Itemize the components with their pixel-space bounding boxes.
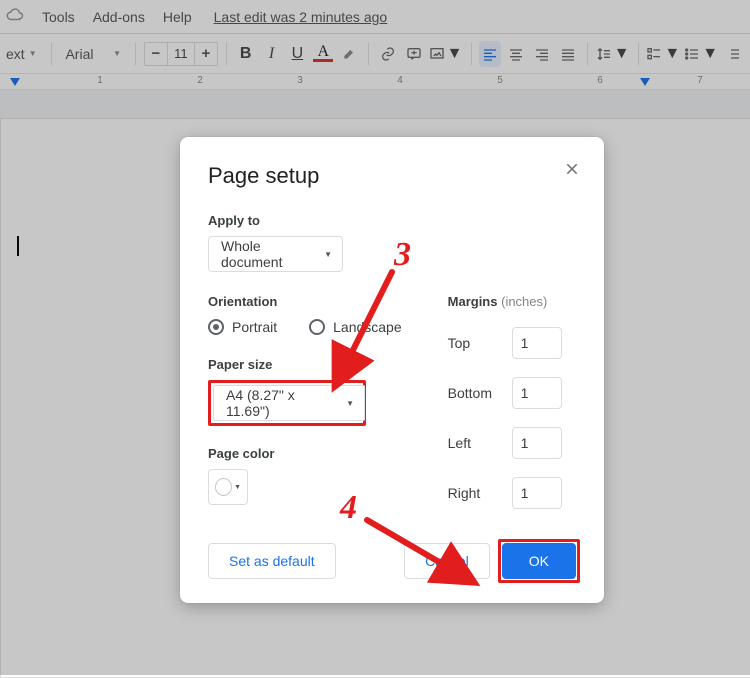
- apply-to-dropdown[interactable]: Whole document ▼: [208, 236, 343, 272]
- orientation-portrait-radio[interactable]: Portrait: [208, 319, 277, 335]
- dialog-title: Page setup: [208, 163, 576, 189]
- radio-selected-icon: [208, 319, 224, 335]
- margin-bottom-label: Bottom: [448, 385, 498, 401]
- color-swatch-icon: [215, 478, 232, 496]
- orientation-landscape-radio[interactable]: Landscape: [309, 319, 402, 335]
- chevron-down-icon: ▼: [234, 484, 241, 491]
- ok-button[interactable]: OK: [502, 543, 576, 579]
- margin-top-input[interactable]: [512, 327, 562, 359]
- chevron-down-icon: ▼: [346, 399, 354, 408]
- orientation-label: Orientation: [208, 294, 402, 309]
- margin-right-input[interactable]: [512, 477, 562, 509]
- set-as-default-button[interactable]: Set as default: [208, 543, 336, 579]
- margin-right-label: Right: [448, 485, 498, 501]
- radio-unselected-icon: [309, 319, 325, 335]
- orientation-portrait-label: Portrait: [232, 319, 277, 335]
- page-setup-dialog: Page setup Apply to Whole document ▼ Ori…: [180, 137, 604, 603]
- page-color-label: Page color: [208, 446, 402, 461]
- apply-to-value: Whole document: [221, 238, 318, 270]
- cancel-button[interactable]: Cancel: [404, 543, 490, 579]
- page-color-dropdown[interactable]: ▼: [208, 469, 248, 505]
- chevron-down-icon: ▼: [324, 250, 332, 259]
- margin-top-label: Top: [448, 335, 498, 351]
- paper-size-dropdown[interactable]: A4 (8.27" x 11.69") ▼: [213, 385, 365, 421]
- paper-size-label: Paper size: [208, 357, 402, 372]
- apply-to-label: Apply to: [208, 213, 576, 228]
- margin-bottom-input[interactable]: [512, 377, 562, 409]
- annotation-highlight-paper-size: A4 (8.27" x 11.69") ▼: [208, 380, 366, 426]
- orientation-landscape-label: Landscape: [333, 319, 402, 335]
- margins-label: Margins (inches): [448, 294, 576, 309]
- margin-left-label: Left: [448, 435, 498, 451]
- margin-left-input[interactable]: [512, 427, 562, 459]
- close-button[interactable]: [560, 161, 584, 185]
- paper-size-value: A4 (8.27" x 11.69"): [226, 387, 340, 419]
